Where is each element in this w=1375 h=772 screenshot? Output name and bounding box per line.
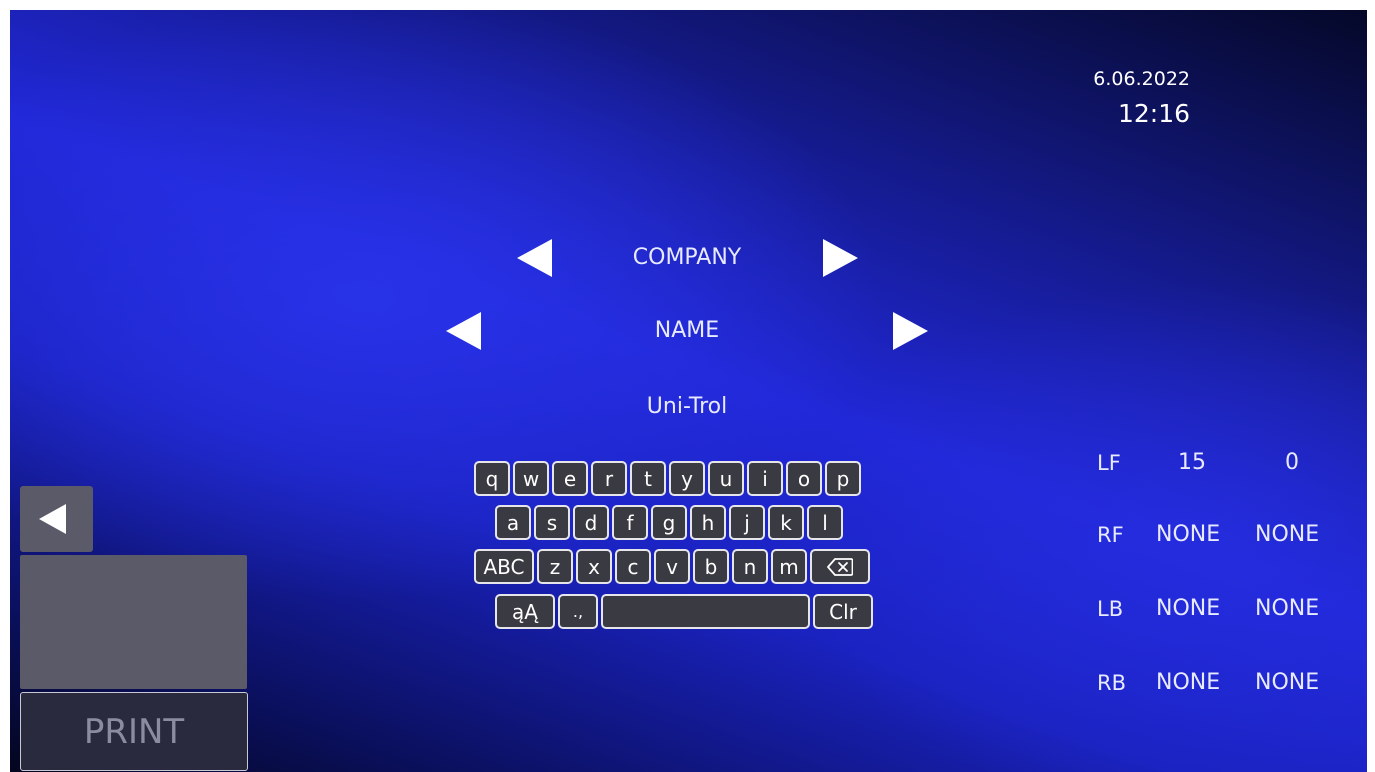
backspace-key[interactable] — [810, 549, 870, 584]
key-z[interactable]: z — [537, 549, 573, 584]
back-button[interactable] — [20, 486, 93, 552]
keyboard-row-4: ąĄ ., Clr — [495, 594, 873, 629]
key-v[interactable]: v — [654, 549, 690, 584]
setting-lb-value-2: NONE — [1255, 596, 1320, 621]
key-q[interactable]: q — [474, 461, 510, 496]
keyboard-row-2: a s d f g h j k l — [495, 505, 843, 540]
setting-rf-value-2: NONE — [1255, 522, 1320, 547]
setting-lf-value-2: 0 — [1285, 450, 1299, 475]
field-value: Uni-Trol — [646, 394, 728, 419]
key-i[interactable]: i — [747, 461, 783, 496]
key-s[interactable]: s — [534, 505, 570, 540]
spacebar[interactable] — [601, 594, 810, 629]
key-y[interactable]: y — [669, 461, 705, 496]
accent-key[interactable]: ąĄ — [495, 594, 555, 629]
key-x[interactable]: x — [576, 549, 612, 584]
preview-panel — [20, 555, 247, 689]
key-d[interactable]: d — [573, 505, 609, 540]
keyboard-row-1: q w e r t y u i o p — [474, 461, 861, 496]
setting-label-lf: LF — [1097, 451, 1121, 475]
field-prev-arrow-icon[interactable] — [446, 312, 481, 350]
hmi-screen: 6.06.2022 12:16 COMPANY NAME Uni-Trol q … — [10, 10, 1367, 772]
key-a[interactable]: a — [495, 505, 531, 540]
key-g[interactable]: g — [651, 505, 687, 540]
key-w[interactable]: w — [513, 461, 549, 496]
key-b[interactable]: b — [693, 549, 729, 584]
key-h[interactable]: h — [690, 505, 726, 540]
menu-field: NAME — [654, 318, 720, 343]
key-k[interactable]: k — [768, 505, 804, 540]
field-next-arrow-icon[interactable] — [893, 312, 928, 350]
setting-rb-value-2: NONE — [1255, 670, 1320, 695]
time-display: 12:16 — [1117, 99, 1190, 128]
key-u[interactable]: u — [708, 461, 744, 496]
key-p[interactable]: p — [825, 461, 861, 496]
key-t[interactable]: t — [630, 461, 666, 496]
menu-category: COMPANY — [632, 245, 742, 270]
key-n[interactable]: n — [732, 549, 768, 584]
clear-key[interactable]: Clr — [813, 594, 873, 629]
back-arrow-icon — [39, 504, 66, 534]
key-l[interactable]: l — [807, 505, 843, 540]
setting-label-lb: LB — [1097, 597, 1124, 621]
punctuation-key[interactable]: ., — [558, 594, 598, 629]
category-next-arrow-icon[interactable] — [823, 239, 858, 277]
setting-label-rb: RB — [1097, 671, 1126, 695]
setting-label-rf: RF — [1097, 523, 1124, 547]
keyboard-row-3: ABC z x c v b n m — [474, 549, 870, 584]
key-m[interactable]: m — [771, 549, 807, 584]
print-button[interactable]: PRINT — [20, 692, 248, 771]
key-c[interactable]: c — [615, 549, 651, 584]
key-j[interactable]: j — [729, 505, 765, 540]
key-o[interactable]: o — [786, 461, 822, 496]
key-r[interactable]: r — [591, 461, 627, 496]
setting-rf-value-1: NONE — [1156, 522, 1221, 547]
setting-rb-value-1: NONE — [1156, 670, 1221, 695]
backspace-icon — [827, 557, 853, 576]
key-f[interactable]: f — [612, 505, 648, 540]
setting-lb-value-1: NONE — [1156, 596, 1221, 621]
key-e[interactable]: e — [552, 461, 588, 496]
shift-key[interactable]: ABC — [474, 549, 534, 584]
date-display: 6.06.2022 — [1093, 68, 1190, 90]
category-prev-arrow-icon[interactable] — [517, 239, 552, 277]
setting-lf-value-1: 15 — [1178, 450, 1206, 475]
